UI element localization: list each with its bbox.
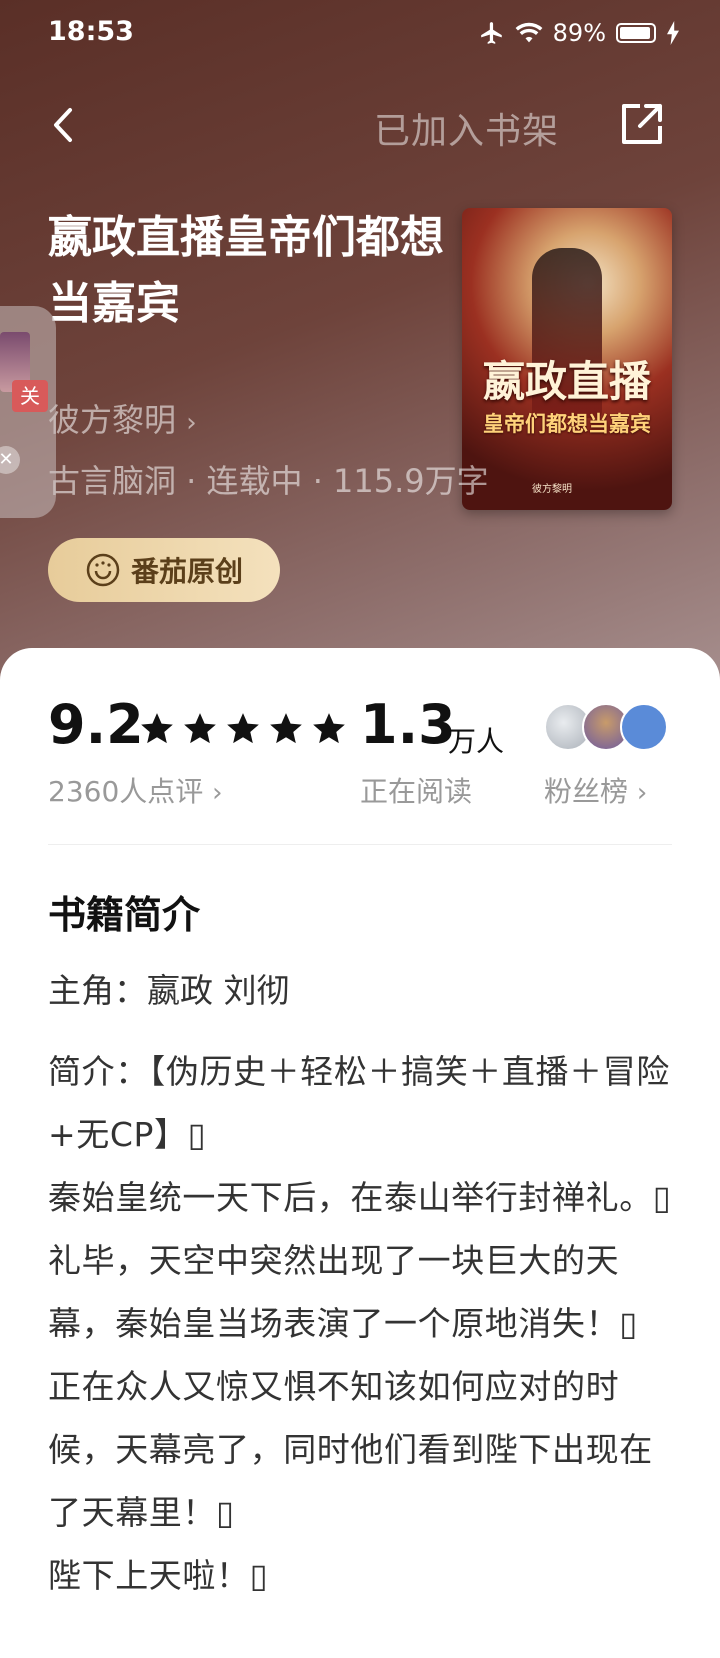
- reviews-link[interactable]: 2360人点评 ›: [48, 770, 223, 810]
- cover-subtitle: 皇帝们都想当嘉宾: [483, 411, 651, 436]
- close-icon[interactable]: ✕: [0, 446, 20, 474]
- reviews-count: 2360人点评: [48, 775, 204, 808]
- cover-author: 彼方黎明: [532, 484, 572, 495]
- intro-text[interactable]: 简介：【伪历史＋轻松＋搞笑＋直播＋冒险+无CP】▯ 秦始皇统一天下后，在泰山举行…: [48, 1040, 678, 1607]
- detail-sheet: 9.2 2360人点评 › 1.3 万人 正在阅读 粉丝榜 › 书籍简介 主角：…: [0, 648, 720, 1658]
- author-link[interactable]: 彼方黎明 ›: [48, 395, 197, 441]
- star-icon: [184, 713, 216, 744]
- intro-paragraph: 秦始皇统一天下后，在泰山举行封禅礼。▯: [48, 1178, 672, 1217]
- intro-heading: 书籍简介: [48, 893, 201, 937]
- tomato-icon: [86, 553, 120, 587]
- battery-icon: [616, 23, 656, 43]
- intro-paragraph: 简介：【伪历史＋轻松＋搞笑＋直播＋冒险+无CP】▯: [48, 1052, 670, 1154]
- reading-label: 正在阅读: [360, 775, 473, 808]
- cover-title: 嬴政直播: [482, 357, 651, 406]
- fan-avatars[interactable]: [544, 703, 674, 753]
- intro-paragraph: 陛下上天啦！▯: [48, 1556, 269, 1595]
- divider: [48, 844, 672, 845]
- book-header: 18:53 89% 已加入书架 嬴政直播皇帝们都想当嘉宾 嬴政直播 皇帝们都想当…: [0, 0, 720, 700]
- fan-ranking-label: 粉丝榜: [544, 775, 629, 808]
- widget-tag[interactable]: 关: [12, 380, 48, 412]
- status-bar: 18:53 89%: [0, 0, 720, 70]
- rating-stars: [138, 710, 348, 748]
- protagonist-line: 主角：嬴政 刘彻: [48, 971, 290, 1010]
- original-badge[interactable]: 番茄原创: [48, 538, 280, 602]
- star-icon: [313, 713, 345, 744]
- fan-ranking-link[interactable]: 粉丝榜 ›: [544, 770, 647, 810]
- back-arrow-icon[interactable]: [40, 100, 90, 150]
- star-icon: [141, 713, 173, 744]
- battery-percent: 89%: [552, 19, 606, 47]
- status-time: 18:53: [48, 16, 134, 47]
- book-title: 嬴政直播皇帝们都想当嘉宾: [48, 212, 444, 329]
- rating-score: 9.2: [48, 693, 144, 756]
- top-nav: 已加入书架: [0, 90, 720, 160]
- readers-count: 1.3: [360, 693, 456, 756]
- intro-paragraph: 正在众人又惊又惧不知该如何应对的时候，天幕亮了，同时他们看到陛下出现在了天幕里！…: [48, 1367, 653, 1532]
- chevron-right-icon: ›: [212, 778, 223, 808]
- author-name: 彼方黎明: [48, 401, 177, 439]
- star-icon: [227, 713, 259, 744]
- chevron-right-icon: ›: [636, 778, 648, 808]
- added-to-shelf-button[interactable]: 已加入书架: [374, 102, 559, 154]
- star-icon: [270, 713, 302, 744]
- badge-label: 番茄原创: [130, 555, 243, 588]
- airplane-icon: [480, 22, 502, 44]
- avatar: [620, 703, 668, 751]
- status-icons: 89%: [479, 16, 680, 50]
- readers-unit: 万人: [448, 725, 505, 758]
- floating-widget[interactable]: 关 ✕: [0, 306, 56, 518]
- charging-icon: [667, 21, 679, 45]
- wifi-icon: [515, 22, 543, 43]
- share-icon[interactable]: [616, 98, 668, 150]
- intro-paragraph: 礼毕，天空中突然出现了一块巨大的天幕，秦始皇当场表演了一个原地消失！▯: [48, 1241, 638, 1343]
- book-meta: 古言脑洞 · 连载中 · 115.9万字: [48, 462, 489, 500]
- book-cover[interactable]: 嬴政直播 皇帝们都想当嘉宾 彼方黎明: [462, 208, 672, 510]
- chevron-right-icon: ›: [186, 408, 197, 438]
